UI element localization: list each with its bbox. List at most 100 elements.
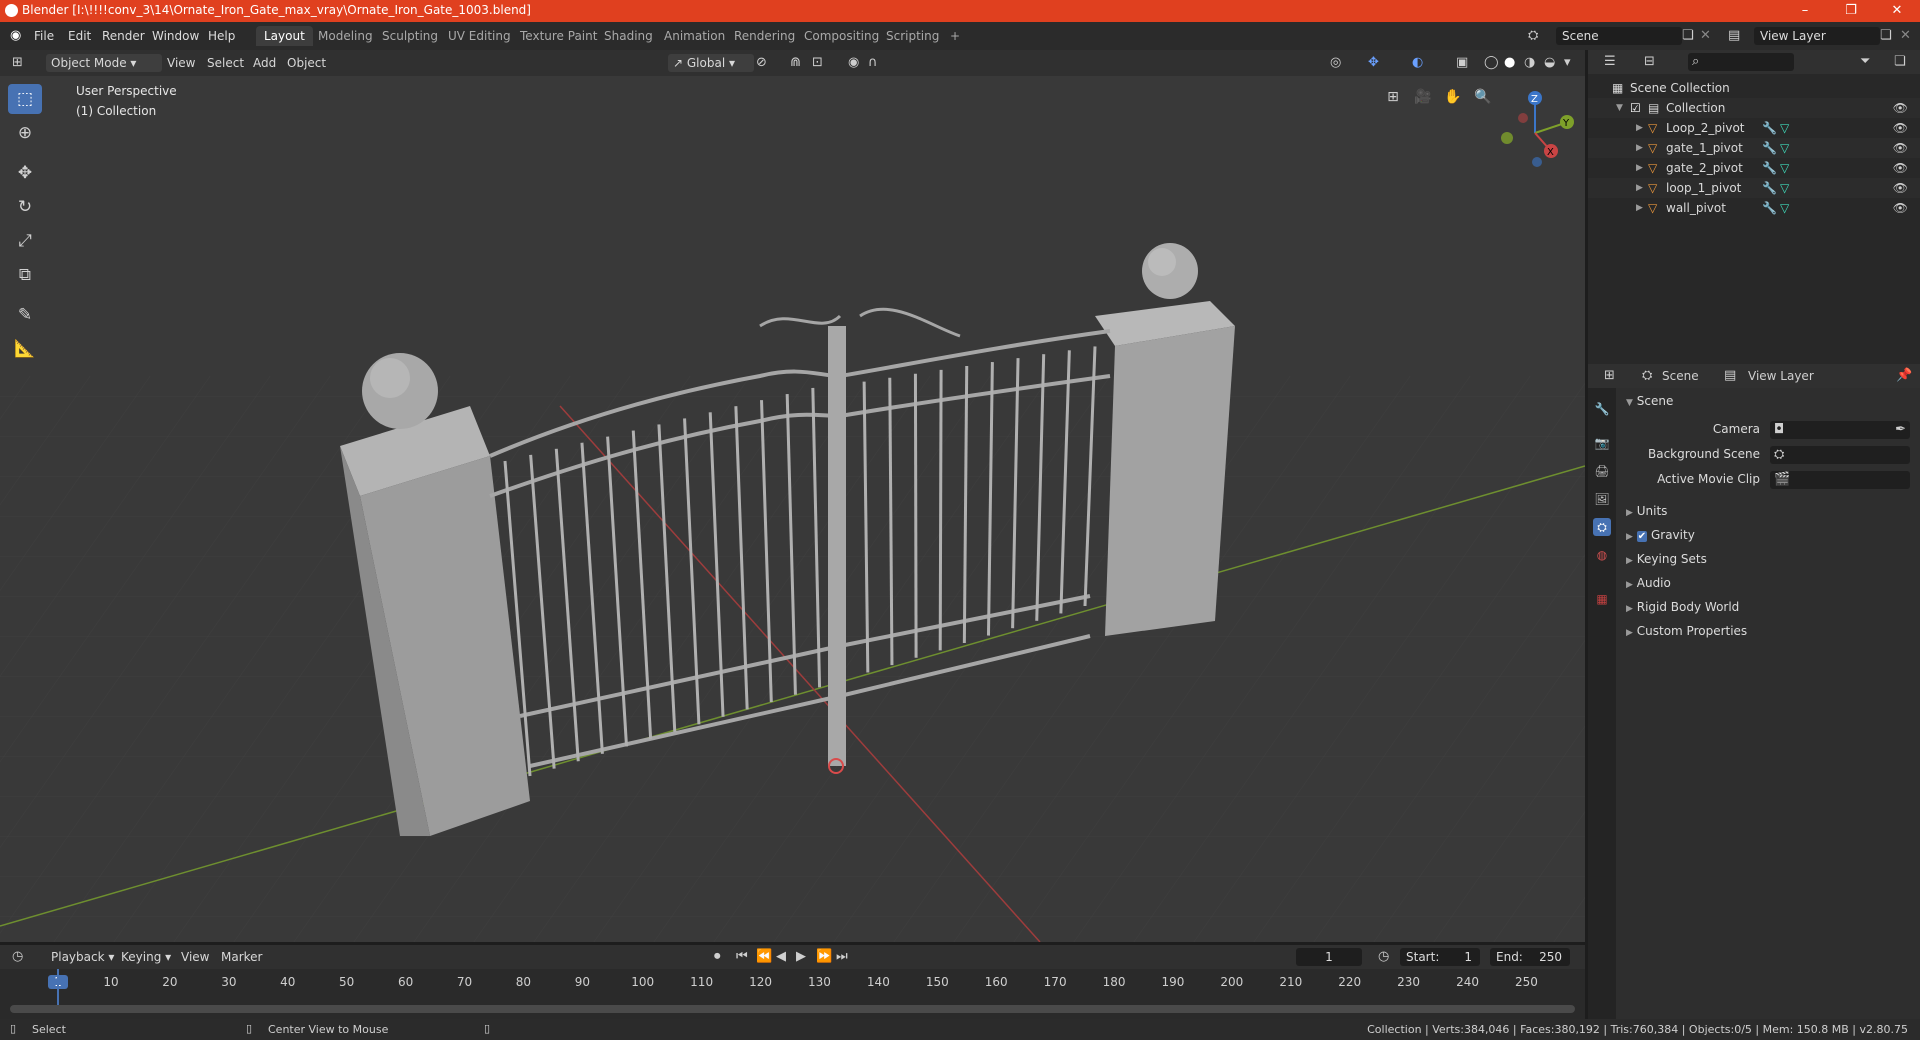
pan-view-icon[interactable]: ✋: [1440, 84, 1466, 110]
rotate-tool[interactable]: ↻: [8, 192, 42, 222]
view-layer-selector[interactable]: View Layer: [1754, 27, 1880, 45]
mesh-data-icon[interactable]: ▽: [1780, 198, 1789, 218]
object-eye-icon[interactable]: 👁: [1893, 198, 1908, 218]
preview-range-icon[interactable]: ◷: [1378, 949, 1389, 965]
outliner-row-collection[interactable]: ▼ ☑ ▤ Collection 👁: [1588, 98, 1920, 118]
tool-tab-icon[interactable]: 🔧: [1593, 400, 1611, 418]
navigation-gizmo[interactable]: Z Y X: [1495, 88, 1575, 168]
scene-props-tab-icon[interactable]: ⛭: [1593, 518, 1611, 536]
modifier-icon[interactable]: 🔧: [1762, 118, 1777, 138]
end-frame-field[interactable]: End: 250: [1490, 948, 1570, 966]
visibility-icon[interactable]: ◎: [1330, 55, 1341, 71]
overlay-toggle-icon[interactable]: ◐: [1412, 55, 1423, 71]
add-workspace-button[interactable]: +: [942, 26, 968, 46]
tab-layout[interactable]: Layout: [256, 26, 313, 46]
orientation-dropdown[interactable]: ↗ Global ▾: [668, 54, 754, 72]
material-shading-icon[interactable]: ◑: [1524, 55, 1535, 71]
menu-edit[interactable]: Edit: [68, 29, 91, 43]
timeline-menu-playback[interactable]: Playback ▾: [46, 948, 119, 966]
outliner-row-object[interactable]: ▶ ▽ gate_1_pivot 🔧 ▽ 👁: [1588, 138, 1920, 158]
pin-icon[interactable]: 📌: [1896, 368, 1912, 384]
play-reverse-icon[interactable]: ◀: [776, 949, 786, 965]
gravity-section[interactable]: ▶ ✔ Gravity: [1626, 528, 1695, 542]
outliner-row-object[interactable]: ▶ ▽ wall_pivot 🔧 ▽ 👁: [1588, 198, 1920, 218]
filter-icon[interactable]: ⏷: [1860, 54, 1870, 70]
maximize-button[interactable]: ❐: [1828, 0, 1874, 22]
viewport-menu-add[interactable]: Add: [248, 54, 281, 72]
record-icon[interactable]: ⏺: [714, 949, 721, 965]
delete-view-layer-icon[interactable]: ✕: [1900, 28, 1911, 44]
pivot-icon[interactable]: ⊘: [756, 55, 767, 71]
start-frame-field[interactable]: Start: 1: [1400, 948, 1480, 966]
transform-tool[interactable]: ⧉: [8, 260, 42, 290]
display-mode-icon[interactable]: ⊟: [1644, 54, 1655, 70]
tab-animation[interactable]: Animation: [656, 26, 733, 46]
eyedropper-icon[interactable]: ✒: [1895, 422, 1906, 438]
mesh-data-icon[interactable]: ▽: [1780, 158, 1789, 178]
scene-panel-header[interactable]: ▼ Scene: [1626, 394, 1673, 408]
viewport-menu-object[interactable]: Object: [282, 54, 331, 72]
properties-editor-type-icon[interactable]: ⊞: [1604, 368, 1615, 384]
world-tab-icon[interactable]: ◍: [1593, 546, 1611, 564]
collection-eye-icon[interactable]: 👁: [1893, 98, 1908, 118]
rendered-shading-icon[interactable]: ◒: [1544, 55, 1555, 71]
menu-render[interactable]: Render: [102, 29, 145, 43]
new-scene-icon[interactable]: ❏: [1682, 28, 1694, 44]
scale-tool[interactable]: ⤢: [8, 226, 42, 256]
measure-tool[interactable]: 📐: [8, 334, 42, 364]
scene-selector[interactable]: Scene: [1556, 27, 1682, 45]
shading-options-icon[interactable]: ▾: [1564, 55, 1571, 71]
rigid-body-world-section[interactable]: ▶ Rigid Body World: [1626, 600, 1739, 614]
object-expand-icon[interactable]: ▶: [1636, 158, 1643, 178]
tab-shading[interactable]: Shading: [596, 26, 661, 46]
mesh-data-icon[interactable]: ▽: [1780, 118, 1789, 138]
viewport-menu-select[interactable]: Select: [202, 54, 249, 72]
camera-field[interactable]: ◘ ✒: [1770, 421, 1910, 439]
menu-file[interactable]: File: [34, 29, 54, 43]
keying-sets-section[interactable]: ▶ Keying Sets: [1626, 552, 1707, 566]
menu-help[interactable]: Help: [208, 29, 235, 43]
3d-viewport[interactable]: User Perspective (1) Collection ⬚ ⊕ ✥ ↻ …: [0, 76, 1585, 942]
timeline-menu-view[interactable]: View: [176, 948, 214, 966]
editor-type-icon[interactable]: ⊞: [12, 55, 23, 71]
next-keyframe-icon[interactable]: ⏩: [816, 949, 832, 965]
object-expand-icon[interactable]: ▶: [1636, 178, 1643, 198]
current-frame-field[interactable]: 1: [1296, 948, 1362, 966]
move-tool[interactable]: ✥: [8, 158, 42, 188]
select-box-tool[interactable]: ⬚: [8, 84, 42, 114]
timeline-area[interactable]: 1102030405060708090100110120130140150160…: [0, 969, 1585, 1019]
tab-compositing[interactable]: Compositing: [796, 26, 887, 46]
view-layer-props-tab-icon[interactable]: 🖼: [1593, 490, 1611, 508]
units-section[interactable]: ▶ Units: [1626, 504, 1667, 518]
delete-scene-icon[interactable]: ✕: [1700, 28, 1711, 44]
tab-scripting[interactable]: Scripting: [878, 26, 947, 46]
timeline-menu-marker[interactable]: Marker: [216, 948, 267, 966]
modifier-icon[interactable]: 🔧: [1762, 198, 1777, 218]
audio-section[interactable]: ▶ Audio: [1626, 576, 1671, 590]
jump-start-icon[interactable]: ⏮: [736, 949, 748, 965]
outliner-row-object[interactable]: ▶ ▽ gate_2_pivot 🔧 ▽ 👁: [1588, 158, 1920, 178]
close-button[interactable]: ✕: [1874, 0, 1920, 22]
timeline-scrollbar[interactable]: [10, 1005, 1575, 1013]
output-tab-icon[interactable]: 🖨: [1593, 462, 1611, 480]
toggle-grid-view-icon[interactable]: ⊞: [1380, 84, 1406, 110]
xray-icon[interactable]: ▣: [1456, 55, 1468, 71]
timeline-editor-type-icon[interactable]: ◷: [12, 949, 23, 965]
camera-view-icon[interactable]: 🎥: [1410, 84, 1436, 110]
modifier-icon[interactable]: 🔧: [1762, 138, 1777, 158]
tab-texture-paint[interactable]: Texture Paint: [512, 26, 605, 46]
gravity-checkbox-icon[interactable]: ✔: [1636, 531, 1648, 542]
menu-window[interactable]: Window: [152, 29, 199, 43]
modifier-icon[interactable]: 🔧: [1762, 178, 1777, 198]
active-movie-clip-field[interactable]: 🎬: [1770, 471, 1910, 489]
object-eye-icon[interactable]: 👁: [1893, 158, 1908, 178]
gizmo-toggle-icon[interactable]: ✥: [1368, 55, 1379, 71]
blender-menu-icon[interactable]: ◉: [10, 28, 21, 44]
object-eye-icon[interactable]: 👁: [1893, 118, 1908, 138]
playhead[interactable]: [57, 969, 59, 1005]
texture-tab-icon[interactable]: ▦: [1593, 590, 1611, 608]
mesh-data-icon[interactable]: ▽: [1780, 178, 1789, 198]
outliner-row-object[interactable]: ▶ ▽ loop_1_pivot 🔧 ▽ 👁: [1588, 178, 1920, 198]
outliner-editor-type-icon[interactable]: ☰: [1604, 54, 1616, 70]
snap-icon[interactable]: ⋒: [790, 55, 801, 71]
